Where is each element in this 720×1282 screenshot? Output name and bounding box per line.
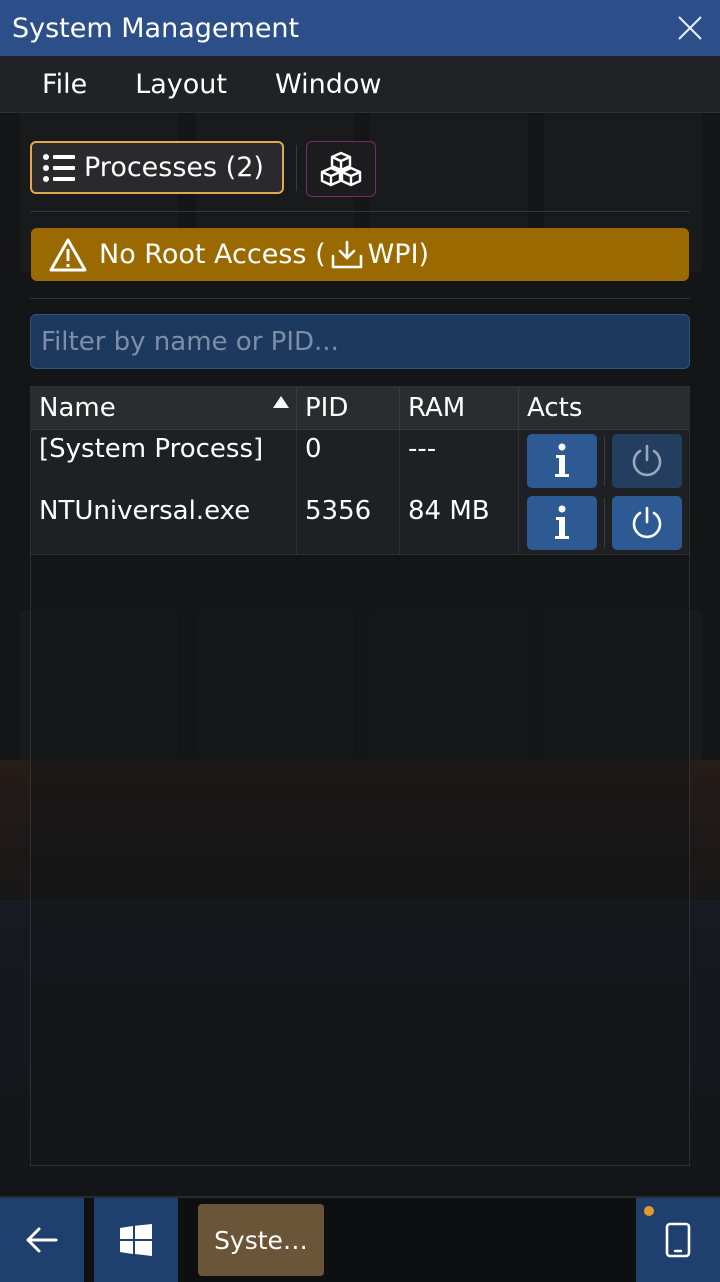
process-pid: 5356 [297, 492, 400, 554]
process-table: Name PID RAM Acts [System Process] 0 --- [30, 386, 690, 1166]
menu-bar: File Layout Window [0, 56, 720, 113]
action-separator [604, 436, 605, 486]
menu-layout[interactable]: Layout [111, 69, 251, 100]
process-ram: 84 MB [400, 492, 519, 554]
info-icon [555, 505, 569, 539]
warning-text: No Root Access ( WPI) [99, 239, 429, 270]
close-button[interactable] [672, 10, 708, 46]
title-bar: System Management [0, 0, 720, 57]
warning-icon [49, 238, 87, 271]
kill-button[interactable] [612, 434, 682, 488]
info-button[interactable] [527, 434, 597, 488]
process-pid: 0 [297, 430, 400, 492]
power-icon [632, 444, 662, 477]
table-header: Name PID RAM Acts [31, 387, 689, 430]
processes-button[interactable]: Processes (2) [30, 141, 284, 194]
windows-icon [120, 1224, 152, 1256]
processes-label: Processes (2) [84, 152, 264, 183]
power-icon [632, 506, 662, 539]
column-header-label: RAM [408, 393, 466, 423]
filter-input[interactable] [30, 314, 690, 369]
download-icon [331, 240, 362, 268]
back-button[interactable] [0, 1198, 84, 1282]
column-header-label: Acts [527, 393, 583, 423]
divider [30, 211, 690, 212]
arrow-left-icon [26, 1227, 58, 1253]
close-icon [678, 16, 702, 40]
kill-button[interactable] [612, 496, 682, 550]
window-title: System Management [12, 12, 300, 44]
warning-text-main: No Root Access ( [99, 239, 326, 270]
phone-icon [665, 1222, 691, 1258]
process-ram: --- [400, 430, 519, 492]
taskbar-task-system-management[interactable]: Syste… [198, 1204, 324, 1276]
action-separator [604, 498, 605, 548]
toolbar-separator [296, 145, 297, 191]
column-header-name[interactable]: Name [31, 387, 297, 429]
menu-window[interactable]: Window [251, 69, 405, 100]
packages-button[interactable] [306, 141, 376, 197]
table-row[interactable]: NTUniversal.exe 5356 84 MB [31, 492, 689, 555]
divider [30, 298, 690, 299]
cubes-icon [320, 151, 362, 187]
column-header-acts: Acts [519, 387, 689, 429]
sort-ascending-icon [273, 396, 289, 408]
list-icon [43, 153, 75, 182]
taskbar: Syste… [0, 1196, 720, 1282]
process-name: NTUniversal.exe [31, 492, 297, 554]
info-button[interactable] [527, 496, 597, 550]
start-button[interactable] [94, 1198, 178, 1282]
notification-dot [644, 1206, 654, 1216]
table-row[interactable]: [System Process] 0 --- [31, 430, 689, 493]
warning-text-wpi: WPI) [367, 239, 430, 270]
column-header-label: Name [39, 393, 116, 423]
column-header-label: PID [305, 393, 349, 423]
process-name: [System Process] [31, 430, 297, 492]
info-icon [555, 443, 569, 477]
column-header-pid[interactable]: PID [297, 387, 400, 429]
menu-file[interactable]: File [18, 69, 111, 100]
no-root-warning[interactable]: No Root Access ( WPI) [31, 228, 689, 281]
column-header-ram[interactable]: RAM [400, 387, 519, 429]
